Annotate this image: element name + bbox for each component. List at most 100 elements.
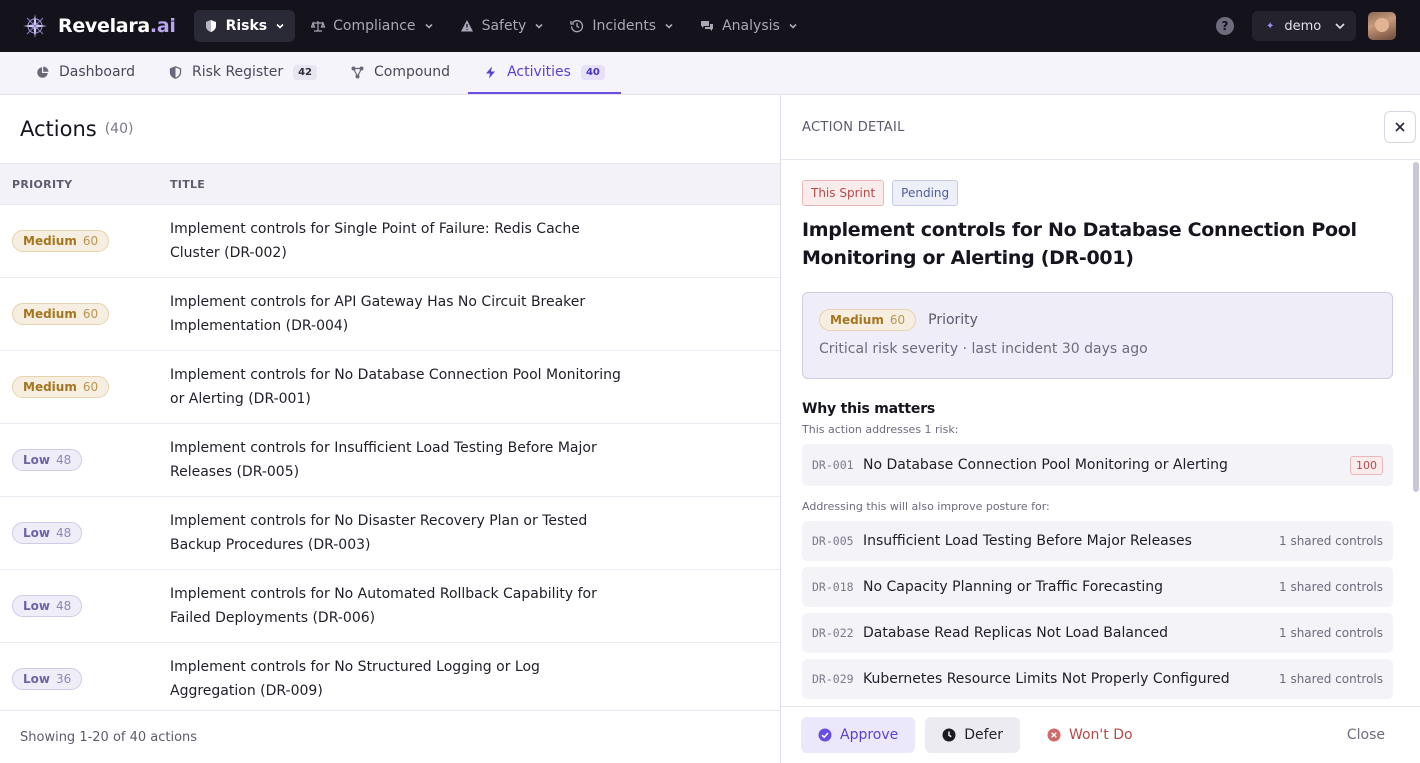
related-risks-heading: Addressing this will also improve postur… — [802, 500, 1050, 513]
table-row[interactable]: Medium 60 Implement controls for Single P… — [0, 205, 780, 278]
help-icon[interactable]: ? — [1216, 17, 1234, 35]
top-navigation-bar: Revelara.ai Risks Compliance Safety Inci… — [0, 0, 1420, 52]
tab-risk-register[interactable]: Risk Register 42 — [153, 52, 333, 94]
related-risk-item[interactable]: DR-005 Insufficient Load Testing Before … — [802, 521, 1393, 561]
close-button[interactable]: Close — [1330, 717, 1405, 753]
user-avatar[interactable] — [1368, 12, 1396, 40]
scrollbar-thumb[interactable] — [1413, 162, 1419, 492]
tab-compound[interactable]: Compound — [335, 52, 466, 94]
risk-code: DR-029 — [812, 672, 854, 686]
priority-badge: Medium 60 — [12, 303, 110, 325]
priority-label: Priority — [928, 312, 978, 328]
risk-code: DR-005 — [812, 534, 854, 548]
approve-label: Approve — [840, 727, 899, 743]
approve-button[interactable]: Approve — [801, 717, 916, 753]
table-row[interactable]: Medium 60 Implement controls for API Gate… — [0, 278, 780, 351]
action-detail-panel: ACTION DETAIL This Sprint Pending Implem… — [780, 95, 1420, 763]
tenant-label: demo — [1284, 18, 1322, 34]
table-row[interactable]: Low 36 Implement controls for No Structur… — [0, 643, 780, 710]
chevron-down-icon — [1334, 20, 1346, 32]
list-header: Actions (40) — [0, 95, 780, 164]
brand-logo[interactable]: Revelara.ai — [22, 13, 176, 39]
history-icon — [570, 19, 584, 33]
table-row[interactable]: Low 48 Implement controls for No Disaster… — [0, 497, 780, 570]
nav-label: Safety — [481, 18, 527, 34]
nav-analysis[interactable]: Analysis — [690, 10, 808, 42]
shared-controls: 1 shared controls — [1279, 672, 1383, 686]
pagination-summary: Showing 1-20 of 40 actions — [0, 710, 780, 763]
nav-safety[interactable]: Safety — [450, 10, 555, 42]
risk-code: DR-001 — [812, 458, 854, 472]
shared-controls: 1 shared controls — [1279, 626, 1383, 640]
clock-icon — [942, 728, 956, 742]
tab-activities[interactable]: Activities 40 — [468, 52, 621, 94]
risk-name: Insufficient Load Testing Before Major R… — [863, 533, 1192, 549]
risk-code: DR-018 — [812, 580, 854, 594]
action-title: Implement controls for No Disaster Recov… — [170, 513, 588, 553]
priority-badge: Low 48 — [12, 522, 83, 544]
table-row[interactable]: Medium 60 Implement controls for No Datab… — [0, 351, 780, 424]
nav-label: Compliance — [333, 18, 416, 34]
tab-label: Dashboard — [59, 64, 135, 80]
tab-label: Activities — [507, 64, 571, 80]
primary-risk-item[interactable]: DR-001 No Database Connection Pool Monit… — [802, 444, 1393, 486]
risk-code: DR-022 — [812, 626, 854, 640]
related-risk-item[interactable]: DR-018 No Capacity Planning or Traffic F… — [802, 567, 1393, 607]
wont-do-button[interactable]: Won't Do — [1030, 717, 1150, 753]
related-risk-item[interactable]: DR-022 Database Read Replicas Not Load B… — [802, 613, 1393, 653]
action-detail-title: Implement controls for No Database Conne… — [802, 219, 1357, 269]
status-badge: Pending — [892, 180, 959, 206]
warning-icon — [460, 19, 474, 33]
table-row[interactable]: Low 48 Implement controls for No Automate… — [0, 570, 780, 643]
priority-card: Medium 60 Priority Critical risk severity… — [802, 292, 1393, 379]
priority-badge: Low 48 — [12, 595, 83, 617]
tenant-switcher[interactable]: ✦ demo — [1252, 11, 1356, 41]
page-title: Actions — [20, 117, 97, 141]
why-heading: Why this matters — [802, 401, 936, 417]
brand-name: Revelara.ai — [58, 15, 176, 37]
nav-incidents[interactable]: Incidents — [560, 10, 684, 42]
column-header-priority[interactable]: PRIORITY — [0, 178, 170, 191]
action-title: Implement controls for Insufficient Load… — [170, 440, 597, 480]
nav-compliance[interactable]: Compliance — [301, 10, 443, 42]
actions-list-panel: Actions (40) PRIORITY TITLE Medium 60 Imp… — [0, 95, 780, 763]
action-title: Implement controls for No Database Conne… — [170, 367, 621, 407]
shield-icon — [169, 65, 182, 79]
close-panel-button[interactable] — [1384, 111, 1416, 143]
actions-table-body: Medium 60 Implement controls for Single P… — [0, 205, 780, 710]
tab-count-badge: 42 — [293, 64, 317, 80]
scales-icon — [311, 19, 326, 33]
bolt-icon — [484, 66, 497, 79]
nav-risks[interactable]: Risks — [193, 10, 296, 42]
related-risk-item[interactable]: DR-029 Kubernetes Resource Limits Not Pr… — [802, 659, 1393, 699]
chevron-down-icon — [424, 21, 434, 31]
close-icon — [1395, 122, 1405, 132]
tab-dashboard[interactable]: Dashboard — [22, 52, 151, 94]
risk-score-badge: 100 — [1350, 455, 1383, 475]
table-row[interactable]: Low 48 Implement controls for Insufficien… — [0, 424, 780, 497]
chevron-down-icon — [664, 21, 674, 31]
tab-label: Compound — [374, 64, 451, 80]
check-circle-icon — [818, 728, 832, 742]
nav-label: Risks — [225, 18, 268, 34]
risk-name: Database Read Replicas Not Load Balanced — [863, 625, 1169, 641]
detail-scrollbar[interactable] — [1412, 160, 1420, 707]
chat-icon — [700, 19, 714, 33]
column-header-title[interactable]: TITLE — [170, 178, 205, 191]
wont-do-label: Won't Do — [1068, 727, 1133, 743]
shared-controls: 1 shared controls — [1279, 580, 1383, 594]
nav-label: Analysis — [722, 18, 780, 34]
priority-reason: Critical risk severity · last incident 3… — [819, 341, 1148, 357]
priority-badge: Medium 60 — [819, 309, 917, 331]
why-subtitle: This action addresses 1 risk: — [802, 423, 959, 436]
tab-label: Risk Register — [191, 64, 284, 80]
nav-label: Incidents — [592, 18, 657, 34]
sparkle-icon: ✦ — [1266, 20, 1275, 32]
action-title: Implement controls for API Gateway Has N… — [170, 294, 586, 334]
shared-controls: 1 shared controls — [1279, 534, 1383, 548]
detail-body[interactable]: This Sprint Pending Implement controls f… — [781, 160, 1411, 707]
detail-header: ACTION DETAIL — [781, 95, 1420, 160]
defer-button[interactable]: Defer — [925, 717, 1020, 753]
actions-count: (40) — [104, 121, 134, 137]
detail-actions: Approve Defer Won't Do Close — [781, 706, 1420, 763]
